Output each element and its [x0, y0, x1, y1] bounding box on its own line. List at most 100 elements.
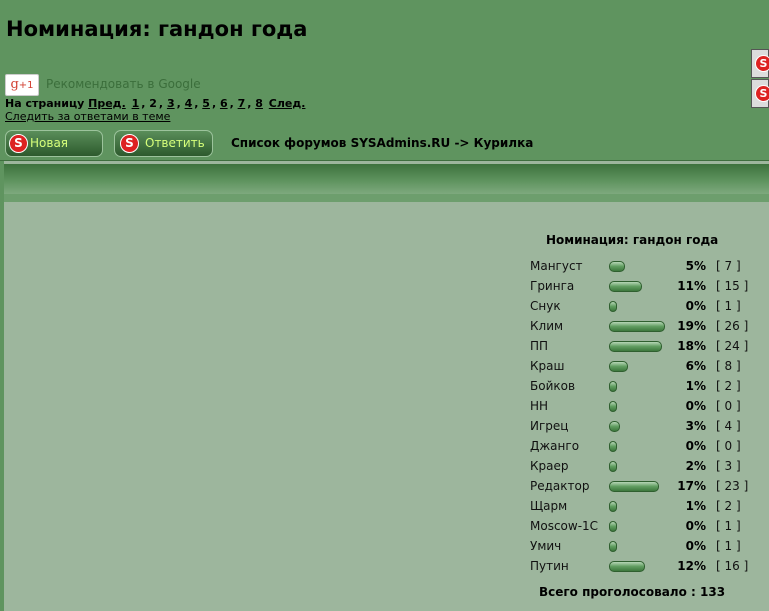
pagination-page-5[interactable]: 5 [202, 97, 210, 110]
poll-option-bar [609, 321, 665, 332]
poll-option-row: Клим 19% [ 26 ] [530, 319, 769, 339]
poll-option-name: Бойков [530, 379, 576, 393]
pagination-page-4[interactable]: 4 [185, 97, 193, 110]
poll-option-count: [ 3 ] [716, 459, 741, 473]
poll-option-percent: 5% [685, 259, 706, 273]
poll-option-count: [ 24 ] [716, 339, 749, 353]
poll-option-row: Джанго 0% [ 0 ] [530, 439, 769, 459]
poll-option-row: Мангуст 5% [ 7 ] [530, 259, 769, 279]
reply-label: Ответить [145, 136, 205, 150]
poll-option-bar [609, 501, 617, 512]
poll-option-count: [ 2 ] [716, 379, 741, 393]
poll-option-name: Путин [530, 559, 569, 573]
google-g-icon: g [10, 77, 19, 92]
poll-option-count: [ 2 ] [716, 499, 741, 513]
poll-option-row: Краер 2% [ 3 ] [530, 459, 769, 479]
poll-option-name: ПП [530, 339, 549, 353]
poll-option-name: Гринга [530, 279, 575, 293]
poll-option-bar [609, 541, 617, 552]
s-logo-icon: S [120, 134, 139, 153]
poll-title: Номинация: гандон года [546, 233, 719, 247]
pagination-page-1[interactable]: 1 [132, 97, 140, 110]
plus-one-label: +1 [18, 80, 34, 91]
new-topic-button[interactable]: SНовая тема [5, 130, 103, 175]
pagination-current-page: 2 [149, 97, 157, 110]
poll-option-bar [609, 281, 642, 292]
poll-option-percent: 3% [685, 419, 706, 433]
poll-option-bar [609, 481, 659, 492]
s-logo-icon: S [755, 55, 769, 72]
poll-option-bar [609, 461, 617, 472]
panel-header [4, 164, 769, 194]
poll-option-percent: 1% [685, 379, 706, 393]
side-new-topic-button[interactable]: S [751, 49, 769, 78]
poll-option-name: Джанго [530, 439, 580, 453]
poll-option-row: Снук 0% [ 1 ] [530, 299, 769, 319]
poll-option-bar [609, 341, 662, 352]
pagination-prev-link[interactable]: Пред. [88, 97, 126, 110]
poll-option-bar [609, 421, 620, 432]
poll-option-name: Мангуст [530, 259, 583, 273]
poll-option-row: Путин 12% [ 16 ] [530, 559, 769, 579]
poll-option-count: [ 23 ] [716, 479, 749, 493]
poll-option-name: Краш [530, 359, 565, 373]
poll-option-count: [ 1 ] [716, 519, 741, 533]
breadcrumb[interactable]: Список форумов SYSAdmins.RU -> Курилка [231, 136, 533, 150]
watch-topic-link[interactable]: Следить за ответами в теме [5, 110, 170, 123]
pagination-page-8[interactable]: 8 [255, 97, 263, 110]
poll-option-name: Moscow-1C [530, 519, 599, 533]
poll-option-percent: 0% [685, 519, 706, 533]
poll-option-name: Щарм [530, 499, 568, 513]
poll-option-name: Игрец [530, 419, 569, 433]
poll-option-count: [ 1 ] [716, 299, 741, 313]
poll-option-percent: 0% [685, 439, 706, 453]
poll-option-bar [609, 441, 617, 452]
poll-option-percent: 11% [677, 279, 706, 293]
poll-option-percent: 1% [685, 499, 706, 513]
poll-option-bar [609, 381, 617, 392]
poll-option-bar [609, 401, 617, 412]
pagination-page-3[interactable]: 3 [167, 97, 175, 110]
pagination: На страницу Пред. 1, 2, 3, 4, 5, 6, 7, 8… [5, 97, 306, 110]
poll-option-count: [ 1 ] [716, 539, 741, 553]
s-logo-icon: S [9, 134, 28, 153]
poll-option-percent: 6% [685, 359, 706, 373]
poll-option-count: [ 15 ] [716, 279, 749, 293]
poll-option-name: Умич [530, 539, 562, 553]
poll-option-percent: 0% [685, 539, 706, 553]
poll-option-row: Редактор 17% [ 23 ] [530, 479, 769, 499]
reply-button[interactable]: S Ответить [114, 130, 213, 157]
pagination-page-6[interactable]: 6 [220, 97, 228, 110]
pagination-page-7[interactable]: 7 [238, 97, 246, 110]
poll-option-bar [609, 301, 617, 312]
pagination-next-link[interactable]: След. [269, 97, 306, 110]
poll-option-bar [609, 361, 628, 372]
google-plus-one-button[interactable]: g+1 [5, 74, 39, 96]
poll-option-bar [609, 261, 625, 272]
poll-option-bar [609, 561, 645, 572]
side-reply-button[interactable]: S [751, 79, 769, 108]
poll-option-name: Редактор [530, 479, 590, 493]
poll-option-row: Краш 6% [ 8 ] [530, 359, 769, 379]
pagination-label: На страницу [5, 97, 85, 110]
poll-total: Всего проголосовало : 133 [539, 585, 726, 599]
poll-option-percent: 12% [677, 559, 706, 573]
poll-option-count: [ 16 ] [716, 559, 749, 573]
poll-option-row: НН 0% [ 0 ] [530, 399, 769, 419]
panel-left-border [0, 161, 4, 611]
recommend-google-link[interactable]: Рекомендовать в Google [46, 77, 201, 91]
poll-option-count: [ 0 ] [716, 439, 741, 453]
poll-option-percent: 0% [685, 299, 706, 313]
poll-option-count: [ 7 ] [716, 259, 741, 273]
poll-option-percent: 18% [677, 339, 706, 353]
poll-option-percent: 0% [685, 399, 706, 413]
poll-option-name: Краер [530, 459, 569, 473]
poll-option-percent: 2% [685, 459, 706, 473]
poll-option-row: Игрец 3% [ 4 ] [530, 419, 769, 439]
s-logo-icon: S [755, 85, 769, 102]
poll-option-percent: 19% [677, 319, 706, 333]
page-title: Номинация: гандон года [6, 17, 308, 41]
poll-option-count: [ 8 ] [716, 359, 741, 373]
poll-option-row: Умич 0% [ 1 ] [530, 539, 769, 559]
poll-option-percent: 17% [677, 479, 706, 493]
